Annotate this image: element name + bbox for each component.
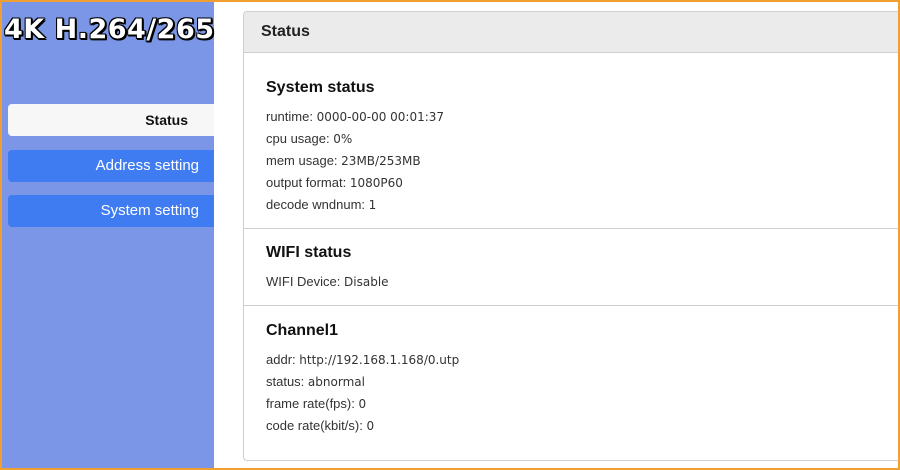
brand-logo-text: 4K H.264/265 [4, 14, 215, 45]
section-divider [244, 228, 900, 229]
section-title: WIFI status [266, 244, 352, 261]
info-row-output-format: output format: 1080P60 [266, 175, 403, 190]
row-value: 0000-00-00 00:01:37 [316, 110, 445, 124]
info-row-runtime: runtime: 0000-00-00 00:01:37 [266, 109, 444, 124]
row-value: 0 [366, 419, 375, 433]
row-value: 0 [358, 397, 367, 411]
nav-item-label: Address setting [95, 157, 199, 174]
section-divider [244, 305, 900, 306]
sidebar: 4K H.264/265 Status Address setting Syst… [0, 0, 214, 470]
row-value: abnormal [307, 375, 365, 389]
row-label: WIFI Device: [266, 274, 341, 289]
info-row-addr: addr: http://192.168.1.168/0.utp [266, 352, 459, 367]
nav-item-system-setting[interactable]: System setting [8, 195, 214, 227]
nav-item-status[interactable]: Status [8, 104, 214, 136]
info-row-frame-rate: frame rate(fps): 0 [266, 396, 366, 411]
info-row-cpu-usage: cpu usage: 0% [266, 131, 352, 146]
row-label: runtime: [266, 109, 313, 124]
info-row-code-rate: code rate(kbit/s): 0 [266, 418, 374, 433]
row-value: 23MB/253MB [341, 154, 421, 168]
row-value: 1080P60 [349, 176, 403, 190]
row-label: code rate(kbit/s): [266, 418, 363, 433]
nav-item-label: System setting [100, 202, 199, 219]
row-label: frame rate(fps): [266, 396, 355, 411]
row-label: cpu usage: [266, 131, 330, 146]
row-label: output format: [266, 175, 347, 190]
nav-item-label: Status [145, 112, 188, 128]
section-title: Channel1 [266, 322, 339, 339]
row-value: 0% [333, 132, 353, 146]
info-row-wifi-device: WIFI Device: Disable [266, 274, 389, 289]
nav-item-address-setting[interactable]: Address setting [8, 150, 214, 182]
row-value: 1 [368, 198, 377, 212]
info-row-decode-wndnum: decode wndnum: 1 [266, 197, 376, 212]
row-label: decode wndnum: [266, 197, 366, 212]
row-label: addr: [266, 352, 296, 367]
info-row-status: status: abnormal [266, 374, 365, 389]
section-title: System status [266, 79, 375, 96]
row-label: mem usage: [266, 153, 338, 168]
info-row-mem-usage: mem usage: 23MB/253MB [266, 153, 421, 168]
status-panel: Status System status runtime: 0000-00-00… [243, 11, 900, 461]
row-value: http://192.168.1.168/0.utp [299, 353, 460, 367]
row-label: status: [266, 374, 305, 389]
row-value: Disable [344, 275, 389, 289]
panel-title: Status [244, 12, 900, 53]
